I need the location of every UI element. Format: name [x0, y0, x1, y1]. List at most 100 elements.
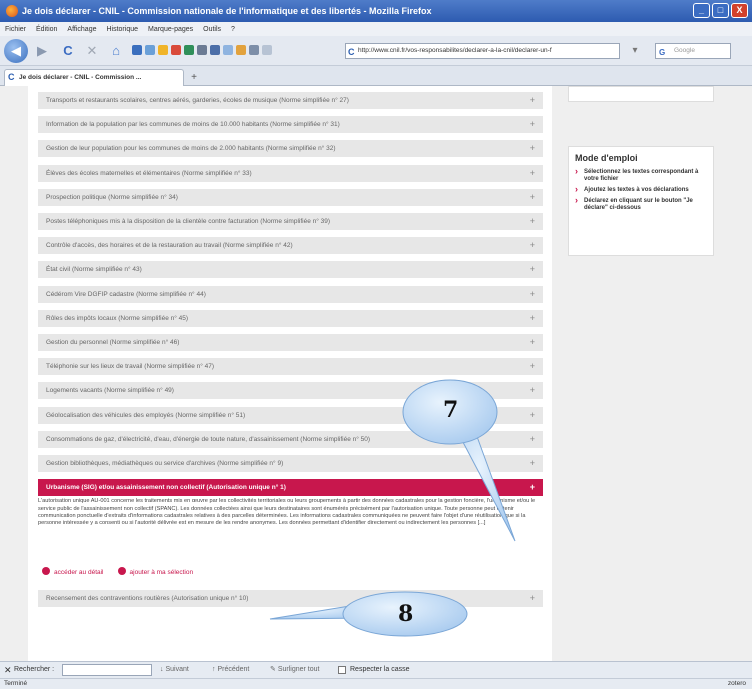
accordion-item[interactable]: Gestion de leur population pour les comm… — [38, 140, 543, 158]
expand-icon[interactable]: + — [530, 310, 535, 327]
stop-button[interactable]: ✕ — [82, 41, 102, 61]
expand-icon[interactable]: + — [530, 590, 535, 607]
accordion-item-label: Gestion de leur population pour les comm… — [46, 145, 336, 153]
expand-icon[interactable]: + — [530, 261, 535, 278]
expand-icon[interactable]: + — [530, 116, 535, 133]
menu-item-outils[interactable]: Outils — [203, 26, 221, 33]
match-case-checkbox[interactable] — [338, 666, 346, 674]
find-next-label: Suivant — [165, 666, 189, 673]
zotero-status[interactable]: zotero — [728, 679, 746, 689]
expand-icon[interactable]: + — [530, 358, 535, 375]
search-bar[interactable]: G Google — [655, 43, 731, 59]
accordion-item-label: Logements vacants (Norme simplifiée n° 4… — [46, 387, 174, 395]
norm-actions: accéder au détail ajouter à ma sélection — [42, 567, 193, 576]
addon-slate-icon[interactable] — [249, 45, 259, 55]
addon-grey-icon[interactable] — [197, 45, 207, 55]
match-case-label: Respecter la casse — [350, 666, 410, 673]
addon-pale-icon[interactable] — [262, 45, 272, 55]
bookmark-star-icon[interactable] — [158, 45, 168, 55]
expand-icon[interactable]: + — [530, 334, 535, 351]
addon-lightblue-icon[interactable] — [223, 45, 233, 55]
addon-red-icon[interactable] — [171, 45, 181, 55]
accordion-item[interactable]: Postes téléphoniques mis à la dispositio… — [38, 213, 543, 230]
accordion-item-label: Gestion bibliothèques, médiathèques ou s… — [46, 460, 284, 467]
addon-orange-icon[interactable] — [236, 45, 246, 55]
menu-item-help[interactable]: ? — [231, 26, 235, 33]
minimize-button[interactable]: _ — [693, 3, 710, 18]
menu-item-historique[interactable]: Historique — [106, 26, 138, 33]
toolbar-extension-icons — [132, 45, 272, 55]
menu-item-marque-pages[interactable]: Marque-pages — [148, 26, 193, 33]
accordion-item-label: Contrôle d'accès, des horaires et de la … — [46, 242, 293, 250]
expand-icon[interactable]: + — [530, 237, 535, 254]
expand-icon[interactable]: + — [530, 213, 535, 230]
find-input[interactable] — [62, 664, 152, 676]
menu-item-edition[interactable]: Édition — [36, 26, 57, 33]
expand-icon[interactable]: + — [530, 165, 535, 182]
accordion-item[interactable]: Cédérom Vire DGFIP cadastre (Norme simpl… — [38, 285, 543, 303]
accordion-item-active[interactable]: Urbanisme (SIG) et/ou assainissement non… — [38, 479, 543, 497]
back-button[interactable]: ◀ — [4, 39, 28, 63]
accordion-item[interactable]: Transports et restaurants scolaires, cen… — [38, 92, 543, 109]
find-label: Rechercher : — [14, 666, 55, 673]
accordion-item-label: Élèves des écoles maternelles et élément… — [46, 169, 252, 177]
home-button[interactable]: ⌂ — [106, 41, 126, 61]
addon-green-icon[interactable] — [184, 45, 194, 55]
navigation-toolbar: ◀ ▶ C ✕ ⌂ C http://www.cnil.fr/vos-respo… — [0, 36, 752, 66]
accordion-item-label: Urbanisme (SIG) et/ou assainissement non… — [46, 484, 286, 492]
page-content: Transports et restaurants scolaires, cen… — [0, 86, 752, 661]
accordion-item[interactable]: Gestion bibliothèques, médiathèques ou s… — [38, 455, 543, 472]
menu-bar: Fichier Édition Affichage Historique Mar… — [0, 22, 752, 36]
accordion-item[interactable]: Prospection politique (Norme simplifiée … — [38, 188, 543, 206]
accordion-item[interactable]: Logements vacants (Norme simplifiée n° 4… — [38, 382, 543, 400]
tab-bar: C Je dois déclarer - CNIL - Commission .… — [0, 66, 752, 86]
mail-icon[interactable] — [132, 45, 142, 55]
accordion-item[interactable]: État civil (Norme simplifiée n° 43) + — [38, 261, 543, 279]
reload-button[interactable]: C — [58, 41, 78, 61]
addon-blue-icon[interactable] — [210, 45, 220, 55]
callout-number-8: 8 — [398, 601, 414, 627]
details-link[interactable]: accéder au détail — [42, 567, 104, 576]
accordion-item[interactable]: Téléphonie sur les lieux de travail (Nor… — [38, 358, 543, 376]
maximize-button[interactable]: □ — [712, 3, 729, 18]
add-to-selection-label: ajouter à ma sélection — [129, 569, 194, 577]
expand-icon[interactable]: + — [530, 286, 535, 303]
expand-icon[interactable]: + — [530, 189, 535, 206]
window-title: Je dois déclarer - CNIL - Commission nat… — [22, 6, 432, 16]
accordion-item[interactable]: Contrôle d'accès, des horaires et de la … — [38, 237, 543, 255]
window-titlebar: Je dois déclarer - CNIL - Commission nat… — [0, 0, 752, 22]
accordion-item[interactable]: Recensement des contraventions routières… — [38, 590, 543, 608]
dropdown-arrow-icon[interactable]: ▾ — [625, 41, 645, 61]
accordion-item[interactable]: Consommations de gaz, d'électricité, d'e… — [38, 430, 543, 448]
expand-icon[interactable]: + — [530, 407, 535, 424]
accordion-item-label: Géolocalisation des véhicules des employ… — [46, 411, 246, 419]
close-find-icon[interactable]: ✕ — [4, 662, 12, 678]
accordion-item[interactable]: Information de la population par les com… — [38, 116, 543, 134]
close-button[interactable]: X — [731, 3, 748, 18]
find-previous-button[interactable]: ↑ Précédent — [212, 662, 249, 678]
expand-icon[interactable]: + — [530, 92, 535, 109]
accordion-item[interactable]: Élèves des écoles maternelles et élément… — [38, 164, 543, 182]
url-bar[interactable]: C http://www.cnil.fr/vos-responsabilites… — [345, 43, 620, 59]
expand-icon[interactable]: + — [530, 431, 535, 448]
add-to-selection-link[interactable]: ajouter à ma sélection — [117, 567, 194, 577]
new-tab-button[interactable]: + — [188, 72, 200, 84]
accordion-item-label: Téléphonie sur les lieux de travail (Nor… — [46, 363, 215, 371]
find-next-button[interactable]: ↓ Suivant — [160, 662, 189, 678]
accordion-item[interactable]: Rôles des impôts locaux (Norme simplifié… — [38, 309, 543, 327]
mode-emploi-title: Mode d'emploi — [575, 153, 638, 163]
menu-item-fichier[interactable]: Fichier — [5, 26, 26, 33]
expand-icon[interactable]: + — [530, 455, 535, 472]
expand-icon[interactable]: + — [530, 382, 535, 399]
expand-icon[interactable]: + — [530, 140, 535, 157]
accordion-item-label: Recensement des contraventions routières… — [46, 595, 249, 603]
highlight-all-button[interactable]: ✎ Surligner tout — [270, 662, 319, 678]
forward-button[interactable]: ▶ — [32, 41, 52, 61]
calendar-icon[interactable] — [145, 45, 155, 55]
bullet-icon — [42, 567, 50, 576]
accordion-item[interactable]: Géolocalisation des véhicules des employ… — [38, 406, 543, 424]
expand-icon[interactable]: + — [530, 479, 535, 496]
tab-je-dois-declarer[interactable]: C Je dois déclarer - CNIL - Commission .… — [4, 69, 184, 86]
accordion-item[interactable]: Gestion du personnel (Norme simplifiée n… — [38, 334, 543, 351]
menu-item-affichage[interactable]: Affichage — [67, 26, 96, 33]
